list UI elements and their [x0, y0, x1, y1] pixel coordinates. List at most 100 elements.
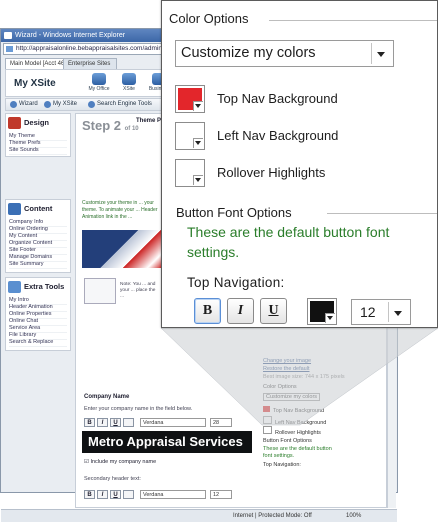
zoomed-color-options-panel: Color Options Customize my colors Top Na… [161, 0, 438, 328]
color-options-rule [269, 20, 437, 21]
wizard-button[interactable]: Wizard [10, 101, 38, 108]
button-font-options-title: Button Font Options [176, 205, 292, 220]
top-nav-background-label: Top Nav Background [217, 91, 338, 106]
small-color-options-title: Color Options [263, 384, 297, 390]
small-top-nav-item[interactable]: Top Nav Background [263, 406, 324, 414]
default-settings-note: These are the default button font settin… [187, 224, 390, 260]
bold-button[interactable]: B [194, 298, 221, 324]
font-size-select[interactable]: 28 [210, 418, 232, 427]
search-engine-tools-button[interactable]: Search Engine Tools [88, 101, 152, 108]
intro-text: Customize your theme in ... your theme. … [82, 200, 158, 220]
zoom-level[interactable]: 100% [346, 510, 361, 522]
chevron-down-icon [377, 52, 385, 57]
small-white-swatch [263, 416, 272, 424]
tools-icon [8, 281, 21, 293]
small-rollover-label: Rollover Highlights [275, 430, 321, 436]
page-icon [6, 46, 13, 52]
secondary-italic-button[interactable]: I [97, 490, 108, 499]
status-text: Internet | Protected Mode: Off [233, 513, 312, 519]
xsite-label: XSite [123, 86, 135, 92]
tab-theme[interactable]: Theme P [136, 118, 161, 124]
small-top-nav-title: Top Navigation: [263, 462, 301, 468]
italic-mini-button[interactable]: I [97, 418, 108, 427]
app-name: My XSite [14, 78, 56, 89]
small-red-swatch [263, 406, 270, 412]
step-total: of 10 [124, 126, 139, 132]
underline-mini-button[interactable]: U [110, 418, 121, 427]
small-bfo-title: Button Font Options [263, 438, 312, 444]
xsite-icon [122, 73, 136, 85]
underline-button[interactable]: U [260, 298, 287, 324]
color-dropdown-icon [193, 101, 203, 111]
chevron-down-icon [394, 311, 402, 316]
thumbnail-list[interactable] [84, 278, 116, 304]
secondary-size-select[interactable]: 12 [210, 490, 232, 499]
secondary-header-label: Secondary header text: [84, 476, 141, 482]
secondary-underline-button[interactable]: U [110, 490, 121, 499]
small-left-nav-item[interactable]: Left Nav Background [263, 416, 326, 426]
company-name-label: Company Name [84, 394, 130, 400]
address-text: http://appraisalonline.bebappraisalsites… [16, 45, 162, 52]
font-family-select[interactable]: Verdana [140, 418, 206, 427]
small-customize-select[interactable]: Customize my colors [263, 393, 321, 401]
top-nav-color-swatch[interactable] [175, 85, 205, 113]
color-dropdown-icon [325, 313, 335, 323]
company-name-help: Enter your company name in the field bel… [84, 406, 193, 412]
dropdown-button[interactable] [371, 43, 391, 64]
color-dropdown-icon [193, 138, 203, 148]
sidebar-item-site-summary[interactable]: Site Summary [9, 261, 67, 269]
image-size-hint: Best image size: 744 x 175 pixels [263, 374, 345, 380]
design-icon [8, 117, 21, 129]
top-navigation-label: Top Navigation: [187, 275, 285, 290]
secondary-color-button[interactable] [123, 490, 134, 499]
content-icon [8, 203, 21, 215]
step-indicator: Step 2 of 10 [82, 118, 139, 133]
color-mini-button[interactable] [123, 418, 134, 427]
design-heading: Design [8, 116, 68, 130]
left-nav-background-label: Left Nav Background [217, 128, 339, 143]
secondary-font-select[interactable]: Verdana [140, 490, 206, 499]
small-white-swatch-2 [263, 426, 272, 434]
office-icon [92, 73, 106, 85]
content-heading: Content [8, 202, 68, 216]
left-nav-color-swatch[interactable] [175, 122, 205, 150]
size-dropdown-button[interactable] [388, 302, 408, 322]
my-xsite-button[interactable]: My XSite [44, 101, 77, 108]
customize-colors-select[interactable]: Customize my colors [175, 40, 394, 67]
design-panel: Design My Theme Theme Prefs Site Sounds [5, 113, 71, 157]
small-default-note: These are the default button font settin… [263, 446, 332, 459]
font-size-select[interactable]: 12 [351, 299, 411, 325]
xsite-button[interactable]: XSite [116, 73, 142, 92]
font-color-swatch[interactable] [307, 298, 337, 325]
color-options-title: Color Options [169, 11, 249, 26]
italic-button[interactable]: I [227, 298, 254, 324]
rollover-color-swatch[interactable] [175, 159, 205, 187]
sidebar-item-site-sounds[interactable]: Site Sounds [9, 147, 67, 155]
wizard-icon [10, 101, 17, 108]
extra-tools-panel: Extra Tools My Intro Header Animation On… [5, 277, 71, 351]
include-company-name-checkbox[interactable]: ☑ Include my company name [84, 459, 156, 465]
font-size-value: 12 [360, 304, 376, 320]
customize-colors-value: Customize my colors [181, 45, 316, 61]
button-font-rule [327, 213, 437, 214]
my-office-button[interactable]: My Office [86, 73, 112, 92]
design-title: Design [24, 118, 50, 127]
xsite-small-icon [44, 101, 51, 108]
change-image-link[interactable]: Change your image [263, 358, 311, 364]
secondary-bold-button[interactable]: B [84, 490, 95, 499]
wizard-label: Wizard [19, 101, 38, 107]
small-rollover-item[interactable]: Rollover Highlights [263, 426, 321, 436]
content-panel: Content Company Info Online Ordering My … [5, 199, 71, 273]
company-name-input[interactable]: Metro Appraisal Services [82, 431, 252, 453]
restore-default-link[interactable]: Restore the default [263, 366, 309, 372]
sidebar: Design My Theme Theme Prefs Site Sounds … [5, 113, 73, 508]
search-engine-tools-label: Search Engine Tools [97, 101, 152, 107]
status-bar: Internet | Protected Mode: Off 100% [1, 509, 397, 522]
color-dropdown-icon [193, 175, 203, 185]
step-number: Step 2 [82, 118, 122, 133]
sidebar-item-search-replace[interactable]: Search & Replace [9, 339, 67, 347]
note-text: Note: You ... and your ... place the ... [120, 282, 156, 299]
bold-mini-button[interactable]: B [84, 418, 95, 427]
my-office-label: My Office [88, 86, 110, 92]
content-title: Content [24, 204, 53, 213]
